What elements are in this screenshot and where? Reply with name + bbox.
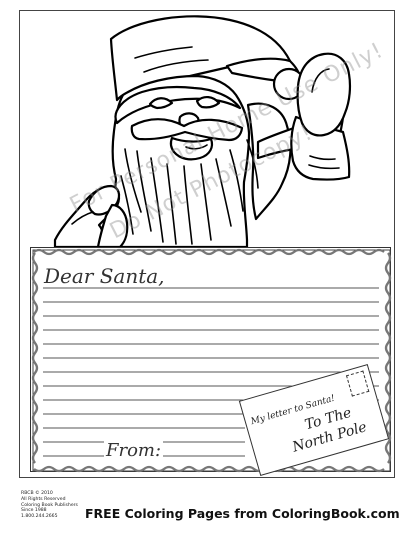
from-label: From: (104, 440, 164, 461)
santa-letter-box: Dear Santa, From: My letter to Santa! To… (30, 247, 392, 476)
stamp-icon (345, 370, 370, 397)
coloring-page: For Personal Home Use Only! Do Not Photo… (0, 0, 417, 540)
footer-caption: FREE Coloring Pages from ColoringBook.co… (85, 506, 400, 521)
copyright-line: 1.800.244.2665 (21, 514, 58, 520)
letter-greeting: Dear Santa, (44, 264, 165, 288)
copyright-block: RBCB © 2010 All Rights Reserved Coloring… (21, 491, 78, 520)
